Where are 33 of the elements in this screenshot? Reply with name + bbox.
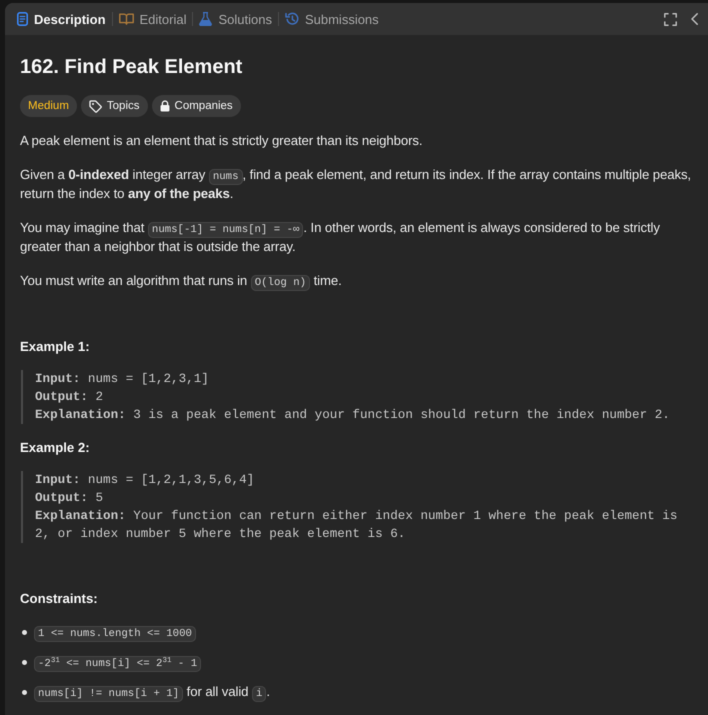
description-text: Given a 0-indexed integer array nums , find a peak element, and return its index. If the array contains multiple peaks, return the index to any of the peaks. (20, 166, 692, 203)
bullet-icon (22, 660, 27, 664)
problem-title[interactable]: 162. Find Peak Element (20, 53, 704, 81)
description-text: You may imagine that nums[-1] = nums[n] = -∞ . In other words, an element is always considered to be strictly greater than a neighbor that is outside the array. (20, 219, 661, 256)
constraint-text: nums[i] != nums[i + 1] for all valid i . (34, 681, 270, 703)
topics-button[interactable]: Topics (80, 95, 148, 117)
example-line: Output: 5 (35, 490, 104, 507)
description-text: You must write an algorithm that runs in O(log n) time. (20, 272, 343, 291)
flask-icon (199, 12, 212, 26)
tab[interactable]: Submissions (280, 8, 384, 30)
lock-icon (160, 100, 170, 112)
book-icon (118, 13, 134, 25)
history-icon (284, 12, 299, 26)
example-line: Input: nums = [1,2,3,1] (35, 371, 210, 388)
difficulty-tag: Medium (20, 95, 77, 117)
tab[interactable]: Editorial (114, 8, 192, 30)
bullet-icon (22, 630, 27, 634)
bullet-icon (22, 690, 27, 694)
example-line: Input: nums = [1,2,1,3,5,6,4] (35, 472, 256, 489)
example-line: Explanation: Your function can return either index number 1 where the peak element is 2, or index number 5 where the peak element is 6. (35, 508, 678, 543)
companies-button[interactable]: Companies (152, 95, 241, 117)
document-icon (17, 12, 28, 26)
tag-icon (88, 100, 102, 112)
example-line: Output: 2 (35, 389, 104, 406)
example-heading: Example 2: (20, 439, 91, 457)
description-text: A peak element is an element that is strictly greater than its neighbors. (20, 132, 424, 150)
chevron-left-icon[interactable] (691, 13, 698, 25)
example-line: Explanation: 3 is a peak element and your function should return the index number 2. (35, 407, 671, 424)
example-heading: Example 1: (20, 338, 91, 356)
fullscreen-icon[interactable] (664, 12, 677, 26)
constraints-heading: Constraints: (20, 590, 99, 608)
tab[interactable]: Description (12, 8, 111, 30)
tab[interactable]: Solutions (194, 8, 277, 30)
